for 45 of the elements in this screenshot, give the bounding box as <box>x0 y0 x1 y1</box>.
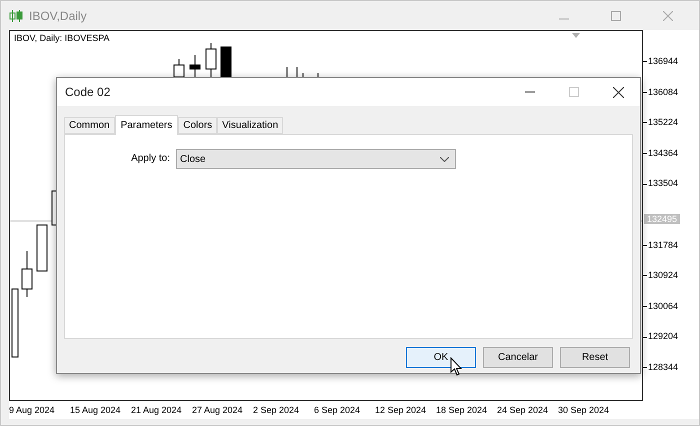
price-label: 133504 <box>643 178 678 188</box>
tab[interactable]: Colors <box>178 117 218 134</box>
maximize-icon[interactable] <box>611 10 621 20</box>
tab[interactable]: Common <box>64 117 115 134</box>
maximize-icon[interactable] <box>569 87 579 97</box>
dialog-title: Code 02 <box>65 85 112 99</box>
date-label: 24 Sep 2024 <box>497 404 550 417</box>
tab[interactable]: Parameters <box>114 115 178 135</box>
candle <box>36 224 48 272</box>
price-label: 131784 <box>643 240 678 250</box>
price-label: 134364 <box>643 148 678 158</box>
dialog-button[interactable]: OK <box>406 347 476 368</box>
date-label: 12 Sep 2024 <box>375 404 428 417</box>
candle <box>22 250 32 298</box>
price-label: 136084 <box>643 86 678 97</box>
window-title: IBOV,Daily <box>29 8 88 22</box>
date-label: 21 Aug 2024 <box>131 404 183 417</box>
date-label: 15 Aug 2024 <box>70 404 122 417</box>
candle <box>190 54 200 78</box>
tab[interactable]: Visualization <box>217 117 284 134</box>
candle <box>220 46 232 78</box>
price-label: 130924 <box>643 270 678 280</box>
chart-label: IBOV, Daily: IBOVESPA <box>14 33 110 43</box>
candlestick-icon <box>9 10 23 22</box>
date-label: 18 Sep 2024 <box>436 404 488 417</box>
candle <box>12 288 18 358</box>
cursor-icon <box>450 357 462 376</box>
close-icon[interactable] <box>612 86 624 98</box>
price-label: 135224 <box>643 117 678 128</box>
dialog-button[interactable]: Cancelar <box>483 347 553 368</box>
chevron-icon <box>440 156 449 162</box>
price-label: 136944 <box>643 56 678 66</box>
field-label: Apply to: <box>130 152 170 164</box>
price-label: 128344 <box>643 362 678 372</box>
date-label: 27 Aug 2024 <box>192 404 244 417</box>
date-label: 30 Sep 2024 <box>558 404 610 417</box>
triangle-icon <box>572 33 580 38</box>
date-label: 9 Aug 2024 <box>9 404 56 417</box>
date-label: 2 Sep 2024 <box>253 404 300 417</box>
date-label: 6 Sep 2024 <box>314 404 362 417</box>
price-label: 130064 <box>643 300 678 311</box>
current-price-tag: 132495 <box>644 214 680 224</box>
apply-to-dropdown[interactable]: Close <box>176 149 456 169</box>
price-label: 129204 <box>643 331 678 342</box>
dialog-button[interactable]: Reset <box>560 347 630 368</box>
